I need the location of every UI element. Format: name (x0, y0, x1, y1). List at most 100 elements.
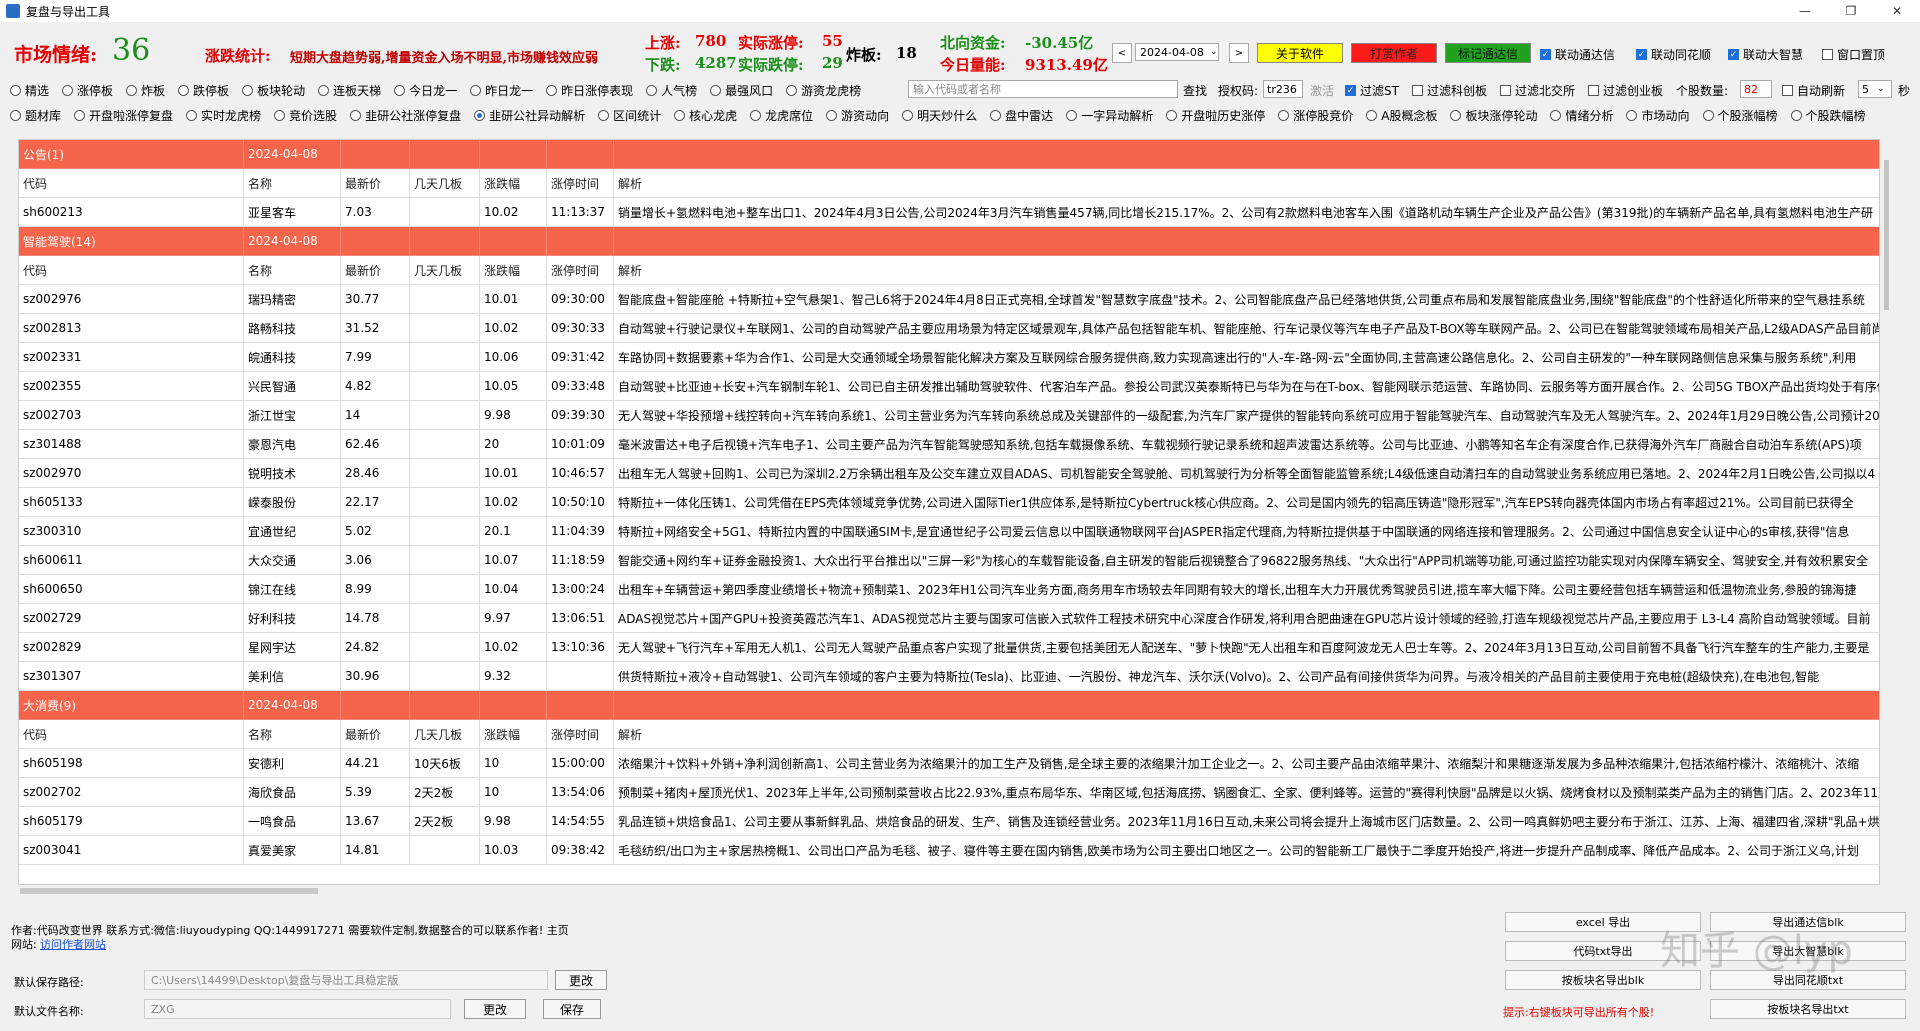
filter2-radio-9[interactable]: 游资动向 (826, 107, 889, 124)
change-path-button[interactable]: 更改 (555, 970, 607, 990)
filter1-radio-9[interactable]: 人气榜 (646, 82, 697, 99)
table-row[interactable]: sz002813 路畅科技 31.52 10.02 09:30:33 自动驾驶+行驶记录仪… (19, 314, 1879, 343)
filter2-radio-16[interactable]: 板块涨停轮动 (1450, 107, 1537, 124)
group-row[interactable]: 智能驾驶(14) 2024-04-08 (19, 227, 1879, 256)
filter1-radio-6[interactable]: 今日龙一 (394, 82, 457, 99)
table-row[interactable]: sh605179 一鸣食品 13.67 2天2板 9.98 14:54:55 乳品连锁+烘焙… (19, 807, 1879, 836)
table-row[interactable]: sh600611 大众交通 3.06 10.07 11:18:59 智能交通+网约车+证券… (19, 546, 1879, 575)
filter2-radio-4[interactable]: 韭研公社涨停复盘 (350, 107, 461, 124)
filter1-radio-3[interactable]: 跌停板 (178, 82, 229, 99)
auth-code-input[interactable]: tr236 (1263, 80, 1303, 98)
table-row[interactable]: sz003041 真爱美家 14.81 10.03 09:38:42 毛毯纺织/出口为主+… (19, 836, 1879, 865)
column-header[interactable]: 几天几板 (410, 256, 480, 285)
minimize-icon[interactable]: — (1782, 0, 1828, 22)
date-picker[interactable]: 2024-04-08 ⌄ (1135, 43, 1219, 61)
table-row[interactable]: sz002970 锐明技术 28.46 10.01 10:46:57 出租车无人驾驶+回购… (19, 459, 1879, 488)
prev-date-button[interactable]: < (1112, 43, 1132, 63)
column-header[interactable]: 代码 (19, 720, 244, 749)
link-ths-checkbox[interactable]: ✓ 联动同花顺 (1636, 46, 1711, 63)
column-header[interactable]: 代码 (19, 256, 244, 285)
export-sector-txt-button[interactable]: 按板块名导出txt (1710, 999, 1906, 1019)
scrollbar-thumb[interactable] (20, 888, 318, 894)
group-row[interactable]: 公告(1) 2024-04-08 (19, 140, 1879, 169)
column-header[interactable]: 解析 (614, 720, 1879, 749)
auto-refresh-checkbox[interactable]: 自动刷新 (1782, 82, 1845, 99)
activate-button[interactable]: 激活 (1310, 82, 1334, 99)
column-header[interactable]: 名称 (244, 256, 341, 285)
filter2-radio-8[interactable]: 龙虎席位 (750, 107, 813, 124)
group-name[interactable]: 智能驾驶(14) (19, 227, 244, 256)
horizontal-scrollbar[interactable] (18, 885, 1880, 897)
filter2-radio-11[interactable]: 盘中雷达 (990, 107, 1053, 124)
table-row[interactable]: sz002729 好利科技 14.78 9.97 13:06:51 ADAS视觉芯片+国产… (19, 604, 1879, 633)
donate-button[interactable]: 打赏作者 (1351, 43, 1437, 63)
column-header[interactable]: 解析 (614, 169, 1879, 198)
remember-tdx-button[interactable]: 标记通达信 (1445, 43, 1531, 63)
filter2-radio-1[interactable]: 开盘啦涨停复盘 (74, 107, 173, 124)
filter2-radio-6[interactable]: 区间统计 (598, 107, 661, 124)
change-name-button[interactable]: 更改 (464, 999, 526, 1019)
filter2-radio-0[interactable]: 题材库 (10, 107, 61, 124)
filter-kcb-checkbox[interactable]: 过滤科创板 (1412, 82, 1487, 99)
table-row[interactable]: sz002331 皖通科技 7.99 10.06 09:31:42 车路协同+数据要素+华… (19, 343, 1879, 372)
search-input[interactable]: 输入代码或者名称 (908, 80, 1178, 98)
filter2-radio-2[interactable]: 实时龙虎榜 (186, 107, 261, 124)
column-header[interactable]: 最新价 (341, 256, 410, 285)
group-name[interactable]: 大消费(9) (19, 691, 244, 720)
column-header[interactable]: 涨停时间 (547, 256, 614, 285)
column-header[interactable]: 名称 (244, 169, 341, 198)
table-row[interactable]: sh605198 安德利 44.21 10天6板 10 15:00:00 浓缩果汁+饮料+外… (19, 749, 1879, 778)
table-row[interactable]: sz300310 宜通世纪 5.02 20.1 11:04:39 特斯拉+网络安全+5G1… (19, 517, 1879, 546)
table-row[interactable]: sz301488 豪恩汽电 62.46 20 10:01:09 毫米波雷达+电子后视镜+汽… (19, 430, 1879, 459)
table-row[interactable]: sz002703 浙江世宝 14 9.98 09:39:30 无人驾驶+华投预增+线控转向… (19, 401, 1879, 430)
table-row[interactable]: sh600650 锦江在线 8.99 10.04 13:00:24 出租车+车辆营运+第四… (19, 575, 1879, 604)
column-header[interactable]: 名称 (244, 720, 341, 749)
filter2-radio-3[interactable]: 竞价选股 (274, 107, 337, 124)
filter1-radio-10[interactable]: 最强风口 (710, 82, 773, 99)
filter2-radio-18[interactable]: 市场动向 (1626, 107, 1690, 124)
filter2-radio-14[interactable]: 涨停股竞价 (1278, 107, 1353, 124)
link-dzh-checkbox[interactable]: ✓ 联动大智慧 (1728, 46, 1803, 63)
column-header[interactable]: 几天几板 (410, 169, 480, 198)
filter1-radio-4[interactable]: 板块轮动 (242, 82, 305, 99)
close-icon[interactable]: ✕ (1874, 0, 1920, 22)
group-row[interactable]: 大消费(9) 2024-04-08 (19, 691, 1879, 720)
filter2-radio-19[interactable]: 个股涨幅榜 (1702, 107, 1778, 124)
save-button[interactable]: 保存 (543, 999, 601, 1019)
column-header[interactable]: 最新价 (341, 720, 410, 749)
refresh-interval-select[interactable]: 5 ⌄ (1858, 80, 1892, 98)
filter1-radio-11[interactable]: 游资龙虎榜 (786, 82, 861, 99)
table-row[interactable]: sz002829 星网宇达 24.82 10.02 13:10:36 无人驾驶+飞行汽车+… (19, 633, 1879, 662)
filter2-radio-15[interactable]: A股概念板 (1366, 107, 1437, 124)
search-button[interactable]: 查找 (1183, 82, 1207, 99)
column-header[interactable]: 最新价 (341, 169, 410, 198)
filter2-radio-17[interactable]: 情绪分析 (1550, 107, 1613, 124)
table-row[interactable]: sh600213 亚星客车 7.03 10.02 11:13:37 销量增长+氢燃料电池+… (19, 198, 1879, 227)
filter2-radio-20[interactable]: 个股跌幅榜 (1790, 107, 1866, 124)
column-header[interactable]: 涨停时间 (547, 720, 614, 749)
column-header[interactable]: 涨跌幅 (480, 256, 547, 285)
filter1-radio-8[interactable]: 昨日涨停表现 (546, 82, 633, 99)
next-date-button[interactable]: > (1229, 43, 1249, 63)
filter1-radio-1[interactable]: 涨停板 (62, 82, 113, 99)
link-tdx-checkbox[interactable]: ✓ 联动通达信 (1540, 46, 1615, 63)
filter1-radio-5[interactable]: 连板天梯 (318, 82, 381, 99)
vertical-scrollbar[interactable] (1884, 160, 1889, 310)
about-button[interactable]: 关于软件 (1257, 43, 1343, 63)
filter-st-checkbox[interactable]: ✓ 过滤ST (1345, 82, 1399, 99)
save-path-input[interactable]: C:\Users\14499\Desktop\复盘与导出工具稳定版 (144, 970, 548, 990)
table-row[interactable]: sz002702 海欣食品 5.39 2天2板 10 13:54:06 预制菜+猪肉+屋顶光… (19, 778, 1879, 807)
filter2-radio-13[interactable]: 开盘啦历史涨停 (1166, 107, 1265, 124)
column-header[interactable]: 代码 (19, 169, 244, 198)
filter-bjs-checkbox[interactable]: 过滤北交所 (1500, 82, 1575, 99)
column-header[interactable]: 解析 (614, 256, 1879, 285)
filter1-radio-2[interactable]: 炸板 (126, 82, 165, 99)
table-row[interactable]: sz301307 美利信 30.96 9.32 供货特斯拉+液冷+自动驾驶1、公司汽车领… (19, 662, 1879, 691)
table-row[interactable]: sz002355 兴民智通 4.82 10.05 09:33:48 自动驾驶+比亚迪+长安… (19, 372, 1879, 401)
column-header[interactable]: 涨跌幅 (480, 720, 547, 749)
filter1-radio-0[interactable]: 精选 (10, 82, 49, 99)
filter2-radio-5[interactable]: 韭研公社异动解析 (474, 107, 585, 124)
filter1-radio-7[interactable]: 昨日龙一 (470, 82, 533, 99)
column-header[interactable]: 几天几板 (410, 720, 480, 749)
author-site-link[interactable]: 访问作者网站 (40, 936, 106, 952)
